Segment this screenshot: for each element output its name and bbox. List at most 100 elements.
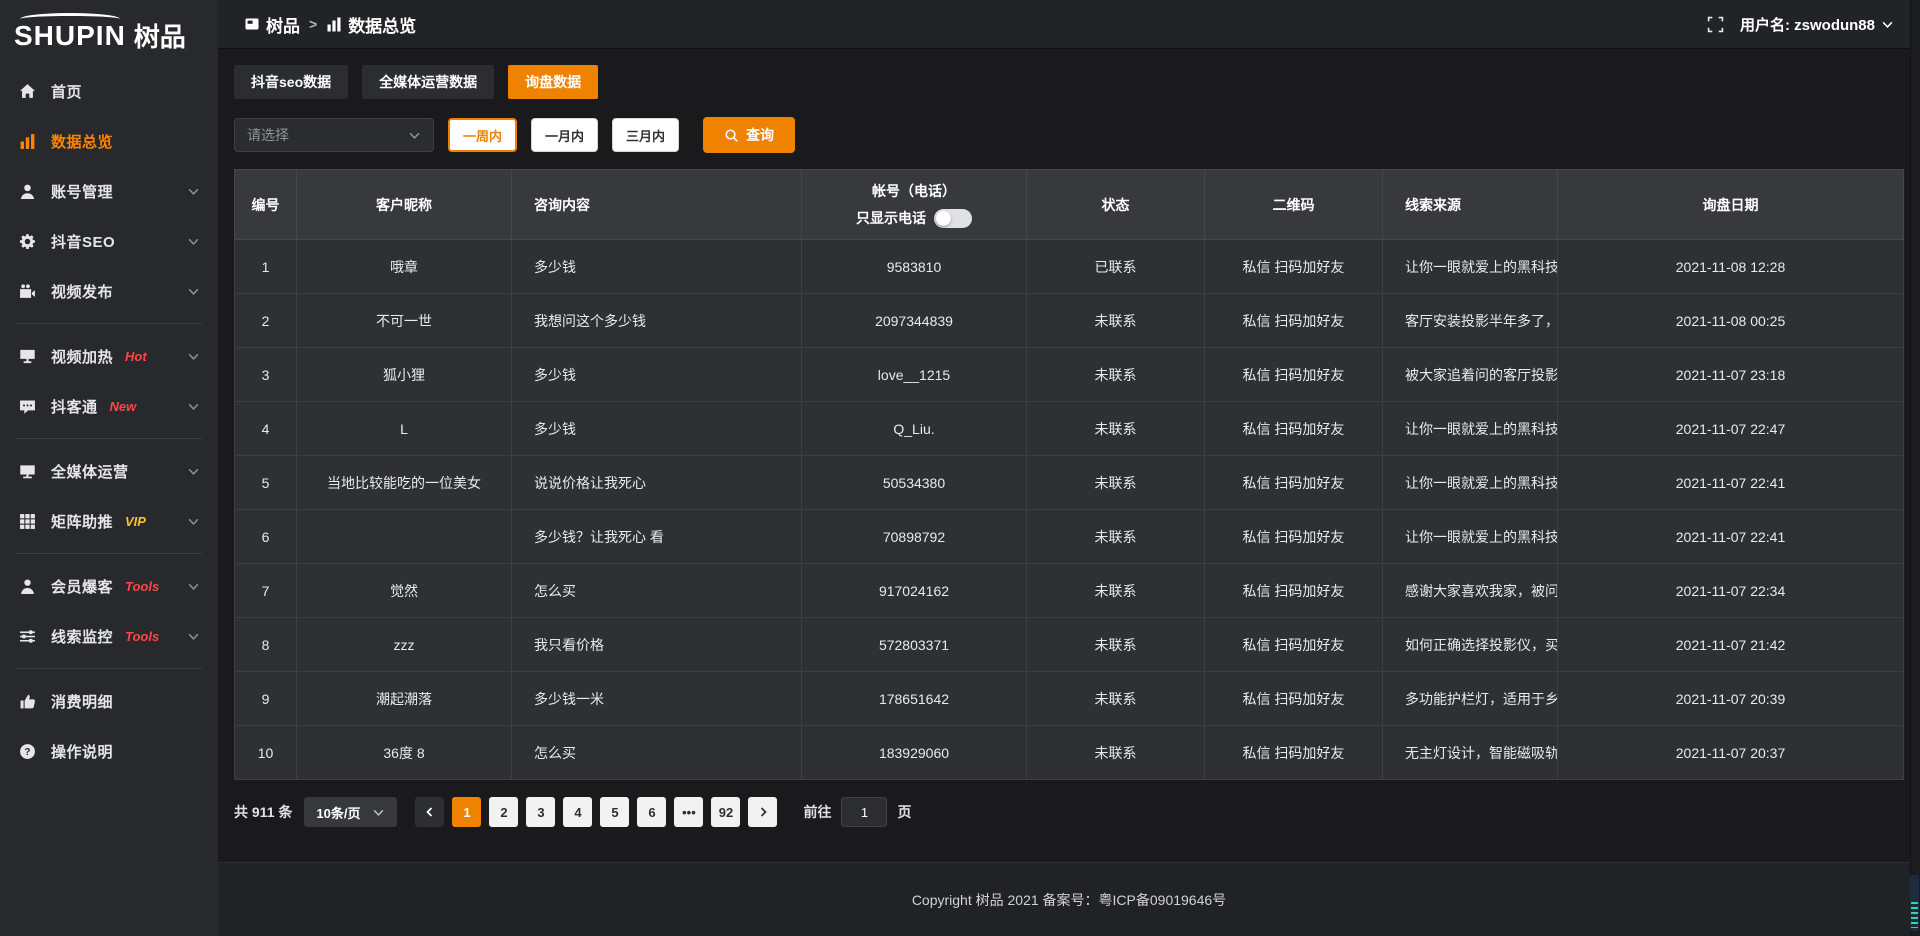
home-icon [18, 82, 37, 101]
page-button-3[interactable]: 3 [526, 797, 555, 827]
page-button-5[interactable]: 5 [600, 797, 629, 827]
cell-qrcode-link[interactable]: 私信 扫码加好友 [1205, 726, 1383, 780]
page-button-6[interactable]: 6 [637, 797, 666, 827]
cell-date: 2021-11-07 23:18 [1558, 348, 1904, 402]
cell-qrcode-link[interactable]: 私信 扫码加好友 [1205, 618, 1383, 672]
footer: Copyright 树品 2021 备案号：粤ICP备09019646号 [218, 862, 1920, 936]
breadcrumb-item-current[interactable]: 数据总览 [326, 12, 416, 37]
cell-qrcode-link[interactable]: 私信 扫码加好友 [1205, 294, 1383, 348]
cell-source-link[interactable]: 让你一眼就爱上的黑科技，能... [1383, 510, 1558, 564]
chevron-down-icon [187, 580, 200, 593]
svg-text:?: ? [24, 747, 30, 758]
col-header-content: 咨询内容 [512, 170, 802, 240]
cell-qrcode-link[interactable]: 私信 扫码加好友 [1205, 564, 1383, 618]
query-button[interactable]: 查询 [703, 117, 795, 153]
sidebar-item-3[interactable]: 抖音SEO [0, 216, 218, 266]
cell-date: 2021-11-07 22:47 [1558, 402, 1904, 456]
thumb-icon [18, 692, 37, 711]
cell-source-link[interactable]: 让你一眼就爱上的黑科技，能... [1383, 456, 1558, 510]
cell-source-link[interactable]: 无主灯设计，智能磁吸轨道灯... [1383, 726, 1558, 780]
cell-date: 2021-11-07 20:39 [1558, 672, 1904, 726]
page-button-1[interactable]: 1 [452, 797, 481, 827]
table-row: 3狐小狸多少钱love__1215未联系私信 扫码加好友被大家追着问的客厅投影分… [235, 348, 1904, 402]
next-page-button[interactable] [748, 797, 777, 827]
cell-account: 2097344839 [802, 294, 1027, 348]
page-button-2[interactable]: 2 [489, 797, 518, 827]
scrollbar-track[interactable] [1910, 0, 1920, 936]
cell-date: 2021-11-08 00:25 [1558, 294, 1904, 348]
cell-nickname: 不可一世 [297, 294, 512, 348]
sidebar-item-12[interactable]: ?操作说明 [0, 726, 218, 776]
chevron-down-icon [187, 515, 200, 528]
period-button-1[interactable]: 一月内 [531, 118, 598, 152]
cell-source-link[interactable]: 被大家追着问的客厅投影分享... [1383, 348, 1558, 402]
cell-source-link[interactable]: 让你一眼就爱上的黑科技，能... [1383, 402, 1558, 456]
monitor-icon [18, 462, 37, 481]
page-button-•••[interactable]: ••• [674, 797, 703, 827]
cell-nickname [297, 510, 512, 564]
topbar: 树品 > 数据总览 用户名: zswodun88 [218, 0, 1920, 49]
inquiry-table: 编号 客户昵称 咨询内容 帐号（电话） 只显示电话 状态 二维码 线索来源 [234, 169, 1904, 780]
cell-source-link[interactable]: 客厅安装投影半年多了，真实... [1383, 294, 1558, 348]
prev-page-button[interactable] [415, 797, 444, 827]
page-buttons: 123456 ••• 92 [415, 797, 777, 827]
chevron-down-icon [372, 806, 385, 819]
page-button-4[interactable]: 4 [563, 797, 592, 827]
cell-qrcode-link[interactable]: 私信 扫码加好友 [1205, 240, 1383, 294]
sidebar-item-2[interactable]: 账号管理 [0, 166, 218, 216]
filter-select[interactable]: 请选择 [234, 118, 434, 152]
phone-only-toggle[interactable] [934, 209, 972, 228]
chevron-down-icon [187, 400, 200, 413]
table-row: 6多少钱？让我死心 看70898792未联系私信 扫码加好友让你一眼就爱上的黑科… [235, 510, 1904, 564]
scrollbar-thumb-widget[interactable] [1910, 875, 1919, 931]
cell-id: 7 [235, 564, 297, 618]
page-size-select[interactable]: 10条/页 [304, 797, 397, 827]
cell-source-link[interactable]: 如何正确选择投影仪，买投影... [1383, 618, 1558, 672]
logo-arc [20, 13, 120, 25]
period-button-2[interactable]: 三月内 [612, 118, 679, 152]
goto-page-input[interactable] [841, 797, 887, 827]
col-header-nickname: 客户昵称 [297, 170, 512, 240]
sidebar-item-1[interactable]: 数据总览 [0, 116, 218, 166]
sidebar-item-0[interactable]: 首页 [0, 66, 218, 116]
sidebar-item-9[interactable]: 会员爆客Tools [0, 561, 218, 611]
breadcrumb-item-home[interactable]: 树品 [244, 12, 300, 37]
page-button-92[interactable]: 92 [711, 797, 740, 827]
cell-content: 说说价格让我死心 [512, 456, 802, 510]
period-button-0[interactable]: 一周内 [448, 118, 517, 152]
tab-2[interactable]: 询盘数据 [508, 65, 598, 99]
cell-source-link[interactable]: 多功能护栏灯，适用于乡村文... [1383, 672, 1558, 726]
table-row: 1036度 8怎么买183929060未联系私信 扫码加好友无主灯设计，智能磁吸… [235, 726, 1904, 780]
sidebar-item-7[interactable]: 全媒体运营 [0, 446, 218, 496]
cell-source-link[interactable]: 感谢大家喜欢我家，被问了好... [1383, 564, 1558, 618]
tab-1[interactable]: 全媒体运营数据 [362, 65, 494, 99]
copyright-text: Copyright 树品 2021 备案号：粤ICP备09019646号 [912, 890, 1226, 910]
sidebar-item-6[interactable]: 抖客通New [0, 381, 218, 431]
username-label: 用户名: zswodun88 [1740, 14, 1875, 35]
cell-qrcode-link[interactable]: 私信 扫码加好友 [1205, 510, 1383, 564]
cell-nickname: zzz [297, 618, 512, 672]
cell-qrcode-link[interactable]: 私信 扫码加好友 [1205, 672, 1383, 726]
filter-row: 请选择 一周内一月内三月内 查询 [234, 117, 1904, 153]
sidebar-item-10[interactable]: 线索监控Tools [0, 611, 218, 661]
cell-qrcode-link[interactable]: 私信 扫码加好友 [1205, 348, 1383, 402]
cell-source-link[interactable]: 让你一眼就爱上的黑科技，能... [1383, 240, 1558, 294]
col-header-qrcode: 二维码 [1205, 170, 1383, 240]
filter-select-placeholder: 请选择 [247, 125, 289, 145]
cell-content: 怎么买 [512, 564, 802, 618]
cell-nickname: 当地比较能吃的一位美女 [297, 456, 512, 510]
chevron-down-icon [1881, 18, 1894, 31]
username-dropdown[interactable]: 用户名: zswodun88 [1740, 14, 1894, 35]
sidebar-item-5[interactable]: 视频加热Hot [0, 331, 218, 381]
status-badge: Tools [125, 579, 159, 594]
sidebar-item-4[interactable]: 视频发布 [0, 266, 218, 316]
cell-nickname: 潮起潮落 [297, 672, 512, 726]
cell-qrcode-link[interactable]: 私信 扫码加好友 [1205, 456, 1383, 510]
table-row: 4L多少钱Q_Liu.未联系私信 扫码加好友让你一眼就爱上的黑科技，能...20… [235, 402, 1904, 456]
sidebar-item-11[interactable]: 消费明细 [0, 676, 218, 726]
fullscreen-icon[interactable] [1707, 16, 1724, 33]
cell-content: 怎么买 [512, 726, 802, 780]
tab-0[interactable]: 抖音seo数据 [234, 65, 348, 99]
cell-qrcode-link[interactable]: 私信 扫码加好友 [1205, 402, 1383, 456]
sidebar-item-8[interactable]: 矩阵助推VIP [0, 496, 218, 546]
